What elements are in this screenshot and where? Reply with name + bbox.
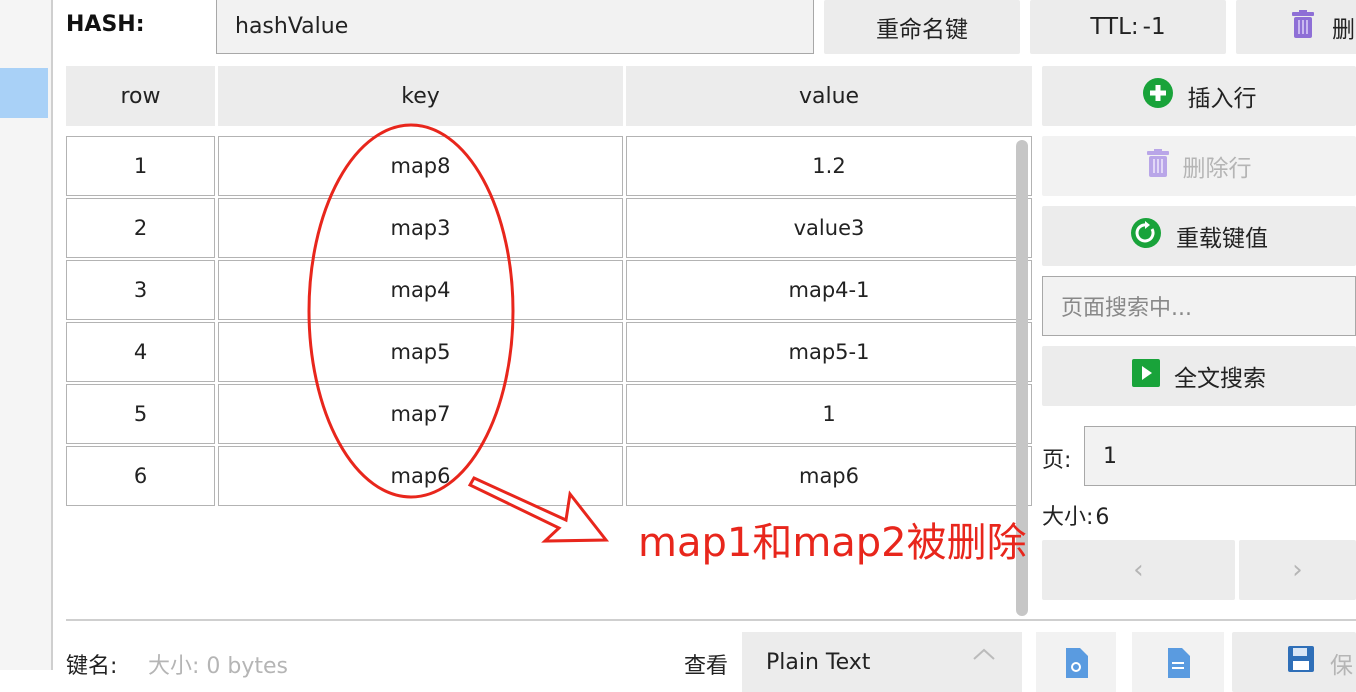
insert-row-label: 插入行 [1187, 86, 1257, 112]
format-select[interactable]: Plain Text [742, 632, 1022, 692]
page-search-placeholder: 页面搜索中... [1061, 296, 1192, 321]
file-link-icon [1064, 648, 1088, 682]
bottom-size-info: 大小: 0 bytes [148, 654, 289, 679]
chevron-right-icon: › [1292, 555, 1303, 585]
annotation-arrow [467, 476, 610, 543]
size-info: 大小:6 [1042, 499, 1109, 531]
fulltext-search-button[interactable]: 全文搜索 [1042, 346, 1356, 406]
file-icon [1166, 648, 1190, 682]
page-label: 页: [1042, 448, 1072, 473]
floppy-disk-icon [1288, 646, 1314, 678]
play-icon [1132, 359, 1160, 393]
format-select-value: Plain Text [766, 650, 871, 675]
chevron-up-icon [972, 642, 996, 667]
page-value: 1 [1103, 443, 1117, 469]
delete-row-label: 删除行 [1182, 156, 1252, 182]
view-label: 查看 [684, 654, 729, 679]
insert-row-button[interactable]: 插入行 [1042, 66, 1356, 126]
bottom-key-name-label: 键名: [66, 654, 118, 679]
next-page-button[interactable]: › [1239, 540, 1356, 600]
save-button[interactable]: 保 [1232, 632, 1356, 692]
size-value: 6 [1095, 505, 1110, 530]
copy-value-button[interactable] [1132, 632, 1224, 692]
fulltext-search-label: 全文搜索 [1174, 366, 1266, 392]
size-label: 大小: [1042, 505, 1094, 530]
reload-label: 重载键值 [1176, 226, 1268, 252]
annotation-ellipse [307, 123, 515, 499]
chevron-left-icon: ‹ [1133, 555, 1144, 585]
page-search-input[interactable]: 页面搜索中... [1042, 276, 1356, 336]
reload-icon [1130, 217, 1162, 255]
trash-icon [1146, 149, 1169, 183]
delete-row-button[interactable]: 删除行 [1042, 136, 1356, 196]
save-label: 保 [1330, 653, 1353, 679]
format-json-button[interactable] [1036, 632, 1116, 692]
page-input[interactable]: 1 [1084, 426, 1356, 486]
reload-button[interactable]: 重载键值 [1042, 206, 1356, 266]
annotation-text: map1和map2被删除 [638, 520, 1027, 566]
prev-page-button[interactable]: ‹ [1042, 540, 1235, 600]
plus-circle-icon [1142, 77, 1174, 115]
